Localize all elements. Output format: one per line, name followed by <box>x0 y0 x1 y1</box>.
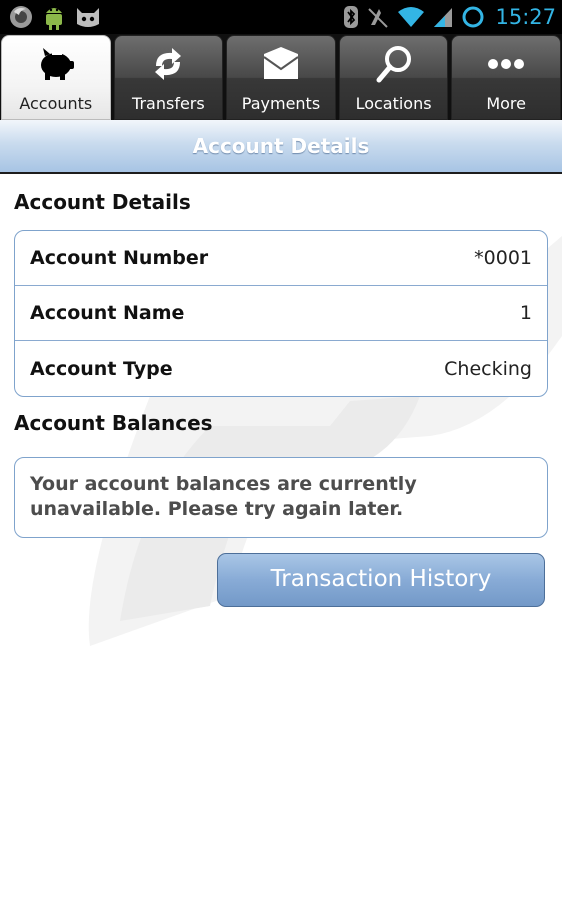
account-details-heading: Account Details <box>14 190 191 214</box>
wifi-icon <box>398 7 425 27</box>
mute-icon <box>368 8 389 28</box>
page-header: Account Details <box>0 120 562 174</box>
account-type-value: Checking <box>444 357 532 380</box>
android-icon <box>46 8 62 30</box>
account-number-value: *0001 <box>474 247 532 269</box>
signal-icon <box>434 8 453 27</box>
tab-accounts[interactable]: Accounts <box>1 35 111 120</box>
more-dots-icon <box>484 42 528 86</box>
table-row: Account Name 1 <box>15 286 547 341</box>
account-type-label: Account Type <box>30 357 173 380</box>
page-title: Account Details <box>192 134 370 158</box>
clock: 15:27 <box>495 5 556 29</box>
system-icons: 15:27 <box>343 3 556 31</box>
tab-bar: Accounts Transfers Payments Locations Mo… <box>0 34 562 120</box>
transaction-history-button[interactable]: Transaction History <box>217 553 545 607</box>
account-name-label: Account Name <box>30 302 185 324</box>
main-content: Account Details Account Number *0001 Acc… <box>0 176 562 900</box>
firefox-icon <box>10 6 32 28</box>
tab-label: Transfers <box>132 94 205 113</box>
tab-label: More <box>486 94 526 113</box>
table-row: Account Number *0001 <box>15 231 547 286</box>
tab-payments[interactable]: Payments <box>226 35 336 120</box>
tab-label: Accounts <box>19 94 93 113</box>
envelope-icon <box>259 42 303 86</box>
transfer-arrows-icon <box>146 42 190 86</box>
notification-icons <box>8 3 102 31</box>
tab-label: Payments <box>241 94 321 113</box>
sync-icon <box>462 6 484 28</box>
table-row: Account Type Checking <box>15 341 547 396</box>
account-balances-card: Your account balances are currently unav… <box>14 457 548 538</box>
tab-more[interactable]: More <box>451 35 561 120</box>
piggy-bank-icon <box>34 42 78 86</box>
tab-label: Locations <box>355 94 432 113</box>
magnifier-icon <box>372 42 416 86</box>
cyanogen-icon <box>77 8 99 27</box>
bluetooth-icon <box>344 6 359 28</box>
account-balances-heading: Account Balances <box>14 411 213 435</box>
account-number-label: Account Number <box>30 247 209 269</box>
tab-locations[interactable]: Locations <box>338 35 449 120</box>
account-details-card: Account Number *0001 Account Name 1 Acco… <box>14 230 548 397</box>
account-name-value: 1 <box>519 302 532 324</box>
tab-transfers[interactable]: Transfers <box>113 35 224 120</box>
status-bar: 15:27 <box>0 0 562 34</box>
balance-unavailable-message: Your account balances are currently unav… <box>30 473 417 520</box>
